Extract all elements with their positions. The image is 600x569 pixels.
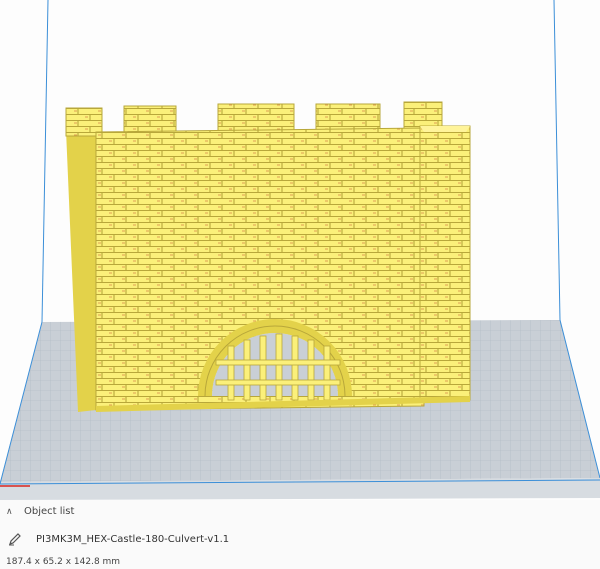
chevron-up-icon[interactable]: ∧: [6, 507, 18, 517]
dimensions-text: 187.4 x 65.2 x 142.8 mm: [6, 557, 121, 567]
file-name: PI3MK3M_HEX-Castle-180-Culvert-v1.1: [36, 533, 230, 545]
3d-viewport[interactable]: [0, 0, 600, 569]
pencil-icon[interactable]: [8, 532, 22, 546]
object-list-header[interactable]: ∧ Object list: [6, 506, 74, 517]
object-list-item[interactable]: PI3MK3M_HEX-Castle-180-Culvert-v1.1: [8, 532, 229, 546]
object-list-panel: ∧ Object list PI3MK3M_HEX-Castle-180-Cul…: [0, 500, 600, 569]
object-list-label: Object list: [24, 506, 75, 517]
model-dimensions: 187.4 x 65.2 x 142.8 mm: [6, 557, 120, 567]
right-tower: [419, 125, 471, 401]
castle-wall-model[interactable]: [65, 101, 471, 412]
